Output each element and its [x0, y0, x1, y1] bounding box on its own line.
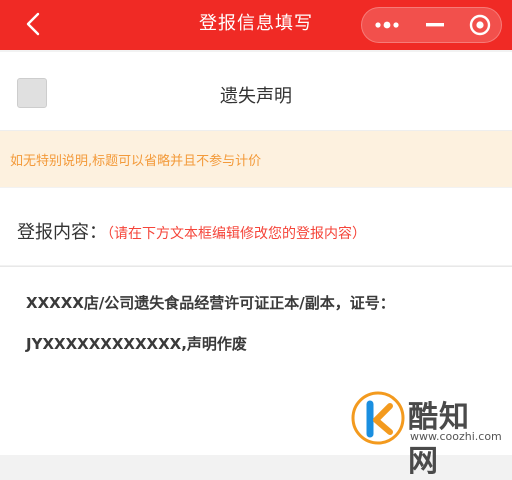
close-button[interactable] — [457, 8, 503, 42]
content-label-group: 登报内容：（请在下方文本框编辑修改您的登报内容） — [17, 218, 366, 244]
mini-program-capsule — [361, 7, 502, 43]
editor-line-1: XXXXX店/公司遗失食品经营许可证正本/副本，证号： — [26, 294, 395, 312]
target-close-icon — [469, 14, 491, 36]
tip-text: 如无特别说明,标题可以省略并且不参与计价 — [10, 154, 262, 169]
content-label: 登报内容： — [17, 222, 107, 243]
lost-notice-label: 遗失声明 — [220, 86, 292, 107]
content-hint: （请在下方文本框编辑修改您的登报内容） — [107, 226, 366, 242]
watermark-url: www.coozhi.com — [410, 430, 502, 443]
content-section: 登报内容：（请在下方文本框编辑修改您的登报内容） — [0, 188, 512, 265]
more-dots-icon — [375, 21, 399, 29]
title-bar: 登报信息填写 — [0, 0, 512, 50]
editor-line-2: JYXXXXXXXXXXXX,声明作废 — [26, 335, 247, 353]
more-button[interactable] — [362, 8, 412, 42]
tip-banner: 如无特别说明,标题可以省略并且不参与计价 — [0, 131, 512, 187]
minus-icon — [425, 23, 444, 27]
watermark: 酷知网 www.coozhi.com — [350, 388, 502, 479]
minimize-button[interactable] — [412, 8, 457, 42]
coozhi-logo-icon — [351, 391, 405, 445]
lost-notice-option: 遗失声明 — [0, 52, 512, 131]
